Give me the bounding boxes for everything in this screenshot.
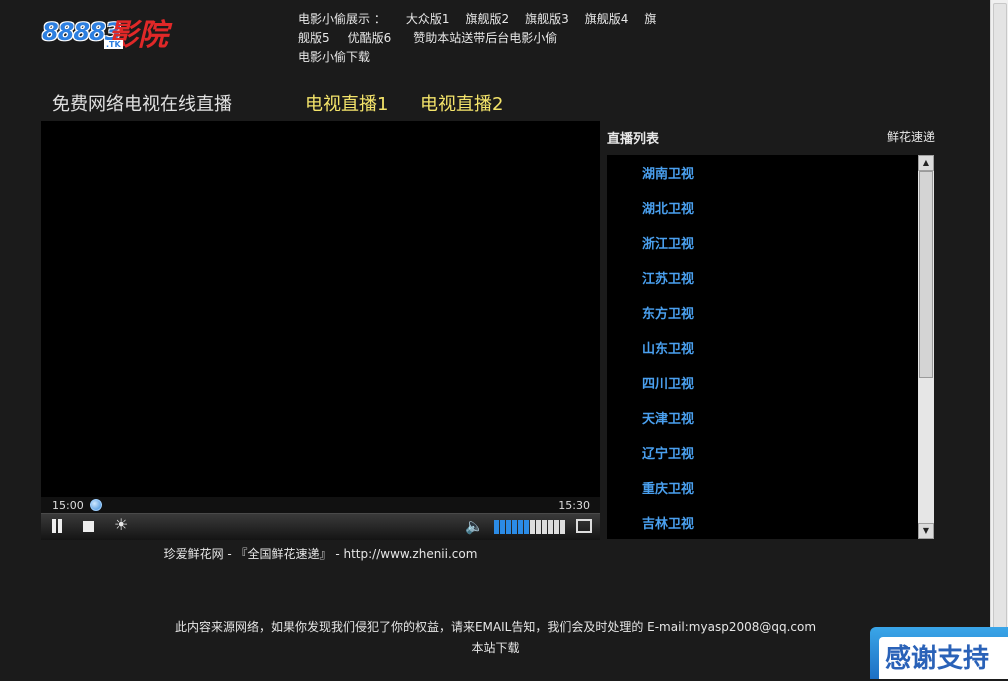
top-navigation: 电影小偷展示 ：大众版1 旗舰版2 旗舰版3 旗舰版4 旗舰版5 优酷版6 赞助本站送带后台… xyxy=(298,10,663,67)
channel-link[interactable]: 重庆卫视 xyxy=(642,482,694,497)
channel-list-title: 直播列表 xyxy=(607,132,660,147)
topnav-link-sponsor[interactable]: 赞助本站送带后台电影小偷 xyxy=(413,31,557,45)
brightness-icon[interactable]: ☀ xyxy=(114,517,128,533)
credit-line: 珍爱鲜花网 - 『全国鲜花速递』 - http://www.zhenii.com xyxy=(163,547,478,561)
channel-link[interactable]: 江苏卫视 xyxy=(642,272,694,287)
channel-item: 四川卫视 xyxy=(642,373,694,408)
volume-bar[interactable] xyxy=(536,520,541,534)
volume-bar[interactable] xyxy=(506,520,511,534)
footer-disclaimer: 此内容来源网络，如果你发现我们侵犯了你的权益，请来EMAIL告知，我们会及时处理… xyxy=(174,620,817,634)
channel-link[interactable]: 湖北卫视 xyxy=(642,202,694,217)
stop-icon[interactable] xyxy=(83,521,94,532)
fullscreen-icon[interactable] xyxy=(576,519,592,533)
channel-panel: 湖南卫视湖北卫视浙江卫视江苏卫视东方卫视山东卫视四川卫视天津卫视辽宁卫视重庆卫视… xyxy=(607,155,934,539)
volume-bar[interactable] xyxy=(512,520,517,534)
channel-item: 湖北卫视 xyxy=(642,198,694,233)
topnav-link-2[interactable]: 旗舰版2 xyxy=(465,12,509,26)
thanks-badge-text: 感谢支持 xyxy=(879,637,1008,679)
progress-knob[interactable] xyxy=(90,499,102,511)
channel-item: 江苏卫视 xyxy=(642,268,694,303)
channel-link[interactable]: 吉林卫视 xyxy=(642,517,694,532)
channel-link[interactable]: 湖南卫视 xyxy=(642,167,694,182)
channel-list-scroll-thumb[interactable] xyxy=(919,171,933,378)
volume-bar[interactable] xyxy=(548,520,553,534)
channel-link[interactable]: 浙江卫视 xyxy=(642,237,694,252)
footer-download-link[interactable]: 本站下载 xyxy=(0,639,991,656)
topnav-lead: 电影小偷展示 ： xyxy=(298,12,386,26)
channel-item: 重庆卫视 xyxy=(642,478,694,513)
channel-item: 辽宁卫视 xyxy=(642,443,694,478)
live-link-1[interactable]: 电视直播1 xyxy=(305,90,388,116)
video-player[interactable]: 15:00 15:30 ☀ 🔈 xyxy=(41,121,600,540)
live-link-2[interactable]: 电视直播2 xyxy=(420,90,503,116)
volume-slider[interactable] xyxy=(494,520,565,534)
page-scrollbar[interactable] xyxy=(990,0,1008,679)
channel-link[interactable]: 天津卫视 xyxy=(642,412,694,427)
channel-link[interactable]: 辽宁卫视 xyxy=(642,447,694,462)
channel-item: 浙江卫视 xyxy=(642,233,694,268)
thanks-badge[interactable]: 感谢支持 xyxy=(870,627,1008,679)
channel-item: 天津卫视 xyxy=(642,408,694,443)
pause-icon[interactable] xyxy=(50,519,64,533)
page-scrollbar-thumb[interactable] xyxy=(993,3,1007,665)
channel-list-scrollbar[interactable]: ▲ ▼ xyxy=(918,155,934,539)
volume-bar[interactable] xyxy=(500,520,505,534)
page-title: 免费网络电视在线直播 xyxy=(52,94,232,115)
volume-bar[interactable] xyxy=(542,520,547,534)
topnav-link-download[interactable]: 电影小偷下载 xyxy=(298,50,370,64)
channel-item: 山东卫视 xyxy=(642,338,694,373)
volume-bar[interactable] xyxy=(524,520,529,534)
volume-icon[interactable]: 🔈 xyxy=(465,518,484,534)
time-start: 15:00 xyxy=(52,499,84,512)
volume-bar[interactable] xyxy=(530,520,535,534)
channel-item: 东方卫视 xyxy=(642,303,694,338)
channel-list: 湖南卫视湖北卫视浙江卫视江苏卫视东方卫视山东卫视四川卫视天津卫视辽宁卫视重庆卫视… xyxy=(642,163,694,548)
volume-bar[interactable] xyxy=(494,520,499,534)
site-logo[interactable]: 88883 影院 .TK xyxy=(42,10,168,53)
volume-bar[interactable] xyxy=(554,520,559,534)
time-end: 15:30 xyxy=(558,499,590,512)
channel-link[interactable]: 东方卫视 xyxy=(642,307,694,322)
volume-bar[interactable] xyxy=(518,520,523,534)
scroll-down-icon[interactable]: ▼ xyxy=(918,523,934,539)
topnav-link-4[interactable]: 旗舰版4 xyxy=(585,12,629,26)
topnav-link-6[interactable]: 优酷版6 xyxy=(348,31,392,45)
control-bar: ☀ 🔈 xyxy=(41,513,600,540)
logo-suffix: .TK xyxy=(104,40,123,49)
topnav-link-3[interactable]: 旗舰版3 xyxy=(525,12,569,26)
channel-link[interactable]: 四川卫视 xyxy=(642,377,694,392)
channel-item: 湖南卫视 xyxy=(642,163,694,198)
scroll-up-icon[interactable]: ▲ xyxy=(918,155,934,171)
flower-delivery-link[interactable]: 鲜花速递 xyxy=(887,128,935,145)
volume-bar[interactable] xyxy=(560,520,565,534)
channel-link[interactable]: 山东卫视 xyxy=(642,342,694,357)
channel-item: 吉林卫视 xyxy=(642,513,694,548)
topnav-link-1[interactable]: 大众版1 xyxy=(406,12,450,26)
progress-bar[interactable]: 15:00 15:30 xyxy=(41,497,600,513)
